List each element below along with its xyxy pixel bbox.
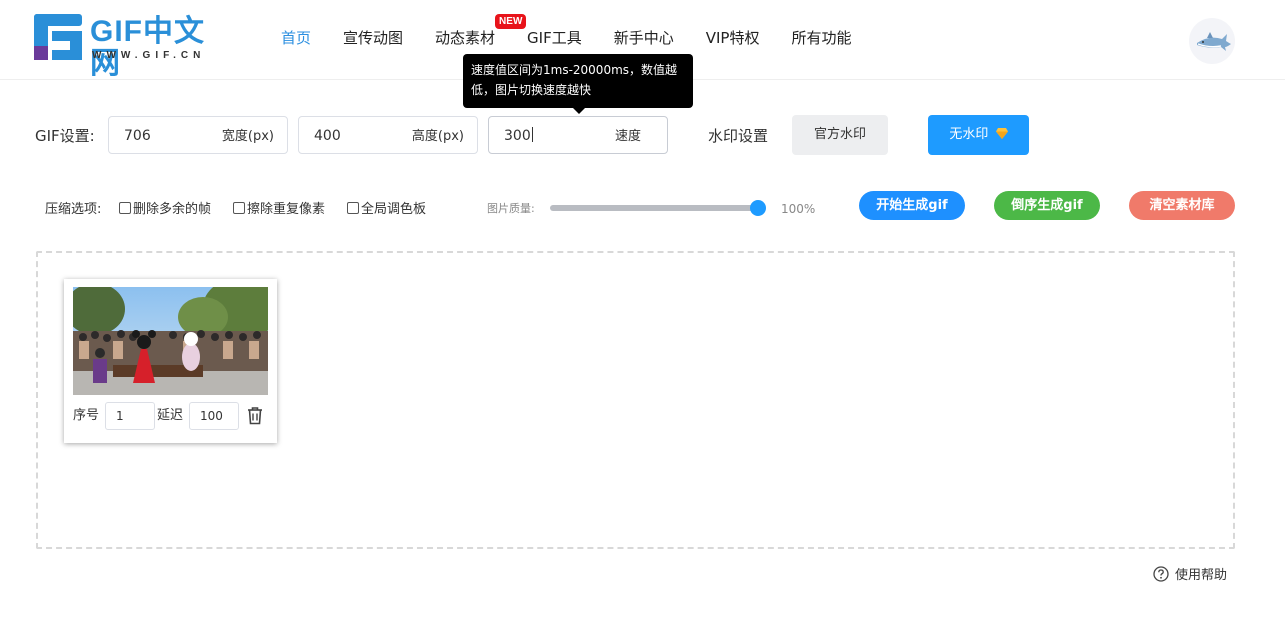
nav-beginner-center[interactable]: 新手中心 [614,26,674,50]
logo-mark-icon [34,14,82,60]
speed-tooltip: 速度值区间为1ms-20000ms，数值越低，图片切换速度越快 [463,54,693,108]
frame-image [73,287,268,395]
tooltip-arrow [572,107,586,114]
nav-promo-gifs[interactable]: 宣传动图 [343,26,403,50]
checkbox-remove-frames[interactable] [119,202,131,214]
order-input[interactable]: 1 [105,402,155,430]
quality-label: 图片质量: [487,202,535,215]
shark-avatar-icon [1197,32,1231,51]
reverse-generate-button[interactable]: 倒序生成gif [994,191,1100,220]
speed-field[interactable]: 300 速度 [488,116,668,154]
help-circle-icon [1153,566,1169,582]
speed-value: 300 [504,127,533,144]
nav-gif-tools[interactable]: NEW GIF工具 [495,14,582,50]
nav-dynamic-assets[interactable]: 动态素材 [435,26,495,50]
checkbox-global-palette[interactable] [347,202,359,214]
nav-home[interactable]: 首页 [281,26,311,50]
gif-settings-label: GIF设置: [35,127,95,145]
help-label: 使用帮助 [1175,568,1228,583]
no-watermark-button[interactable]: 无水印 [928,115,1029,155]
diamond-icon [995,128,1008,139]
frame-controls: 序号 1 延迟 100 [73,401,273,431]
site-logo[interactable]: GIF中文网 WWW.GIF.CN [34,14,234,80]
help-link[interactable]: 使用帮助 [1153,566,1227,585]
clear-library-button[interactable]: 清空素材库 [1129,191,1235,220]
checkbox-erase-pixels[interactable] [233,202,245,214]
option-global-palette[interactable]: 全局调色板 [347,201,426,219]
width-value: 706 [124,128,151,144]
order-label: 序号 [73,408,100,423]
option-erase-duplicate-pixels[interactable]: 擦除重复像素 [233,201,325,219]
frame-card[interactable]: 序号 1 延迟 100 [64,279,277,443]
text-caret [531,127,533,142]
quality-value: 100% [781,202,816,216]
nav-all-features[interactable]: 所有功能 [791,26,851,50]
width-field[interactable]: 706 宽度(px) [108,116,288,154]
logo-domain: WWW.GIF.CN [92,50,206,61]
trash-icon[interactable] [246,406,264,425]
option-remove-frames[interactable]: 删除多余的帧 [119,201,211,219]
avatar[interactable] [1189,18,1235,64]
width-unit: 宽度(px) [221,129,274,144]
main-nav: 首页 宣传动图 动态素材 NEW GIF工具 新手中心 VIP特权 所有功能 [281,14,884,50]
quality-slider-track[interactable] [550,205,758,211]
height-value: 400 [314,128,341,144]
height-field[interactable]: 400 高度(px) [298,116,478,154]
new-badge: NEW [495,14,527,29]
quality-slider-thumb[interactable] [750,200,766,216]
start-generate-button[interactable]: 开始生成gif [859,191,965,220]
logo-title: GIF中文网 [90,15,205,80]
height-unit: 高度(px) [411,129,464,144]
frame-thumbnail[interactable] [73,287,268,395]
compression-label: 压缩选项: [45,202,102,217]
nav-vip[interactable]: VIP特权 [706,26,760,50]
official-watermark-button[interactable]: 官方水印 [792,115,888,155]
delay-label: 延迟 [157,408,184,423]
delay-input[interactable]: 100 [189,402,239,430]
watermark-settings-label: 水印设置 [708,127,769,145]
speed-unit: 速度 [614,129,641,144]
